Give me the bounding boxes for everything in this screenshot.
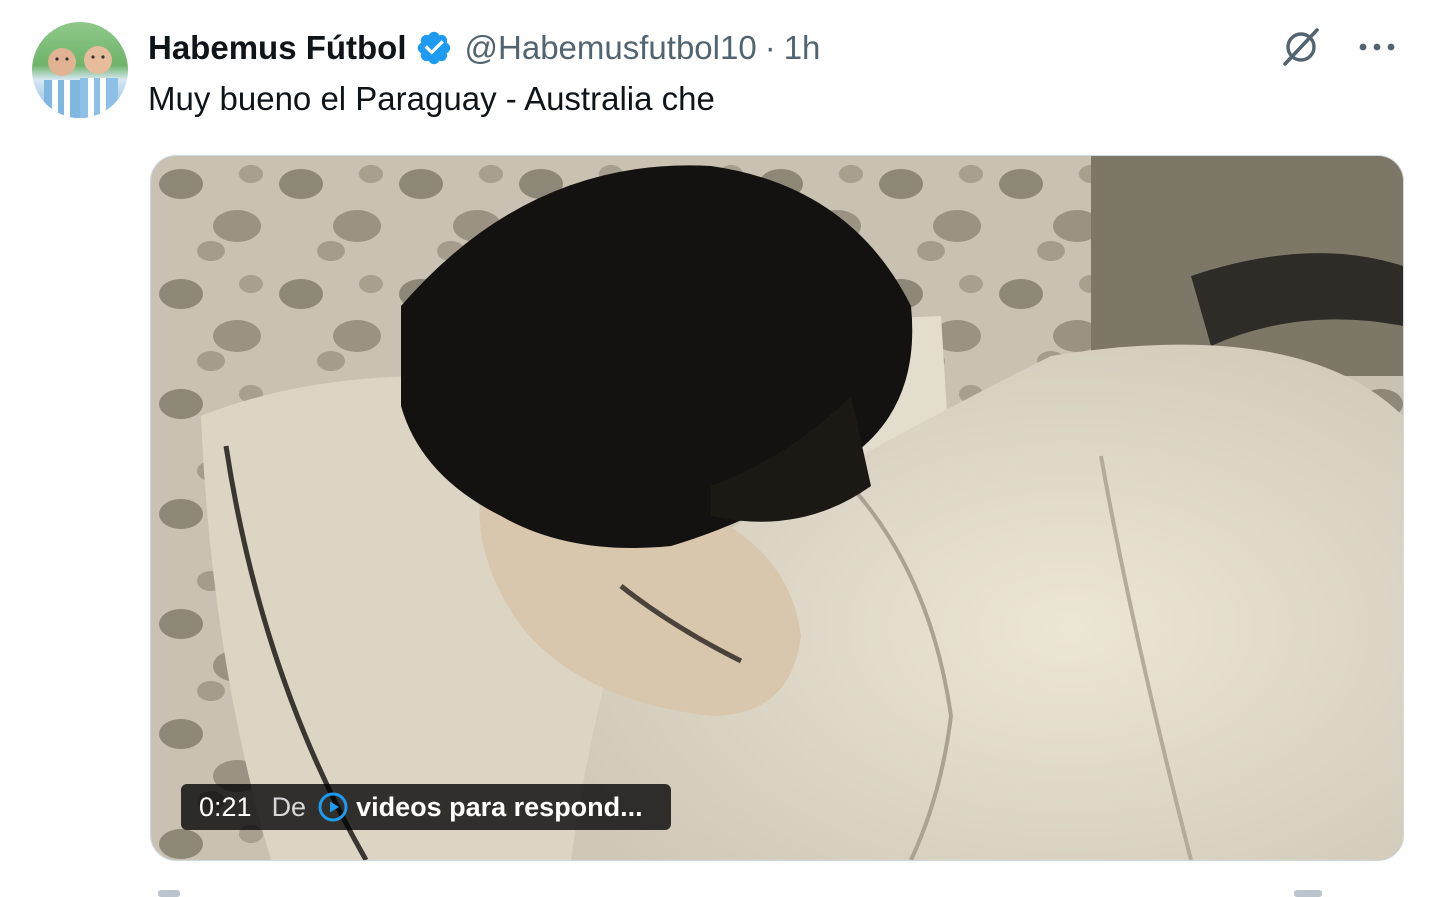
separator-dot: · xyxy=(764,29,776,66)
video-frame xyxy=(151,156,1403,860)
video-source-prefix: De xyxy=(271,791,307,822)
video-source-name[interactable]: videos para respond... xyxy=(356,792,643,823)
avatar[interactable] xyxy=(32,22,128,118)
video-duration: 0:21 xyxy=(199,791,252,822)
tweet[interactable]: Habemus Fútbol @Habemusfutbol10 · 1h Muy xyxy=(0,0,1440,897)
action-bar-edge xyxy=(158,890,180,897)
tweet-actions-top xyxy=(1278,24,1400,70)
action-bar-edge xyxy=(1294,890,1322,897)
tweet-text: Muy bueno el Paraguay - Australia che xyxy=(148,80,715,117)
display-name[interactable]: Habemus Fútbol xyxy=(148,29,407,67)
verified-badge-icon[interactable] xyxy=(415,29,453,67)
tweet-header: Habemus Fútbol @Habemusfutbol10 · 1h xyxy=(148,26,820,70)
video-player[interactable]: 0:21 De videos para respond... xyxy=(150,155,1404,861)
play-circle-icon xyxy=(318,792,348,822)
grok-icon[interactable] xyxy=(1278,24,1324,70)
more-options-icon[interactable] xyxy=(1354,24,1400,70)
video-attribution-overlay[interactable]: 0:21 De videos para respond... xyxy=(181,784,671,830)
user-handle[interactable]: @Habemusfutbol10 xyxy=(465,29,757,67)
timestamp[interactable]: 1h xyxy=(784,29,821,67)
